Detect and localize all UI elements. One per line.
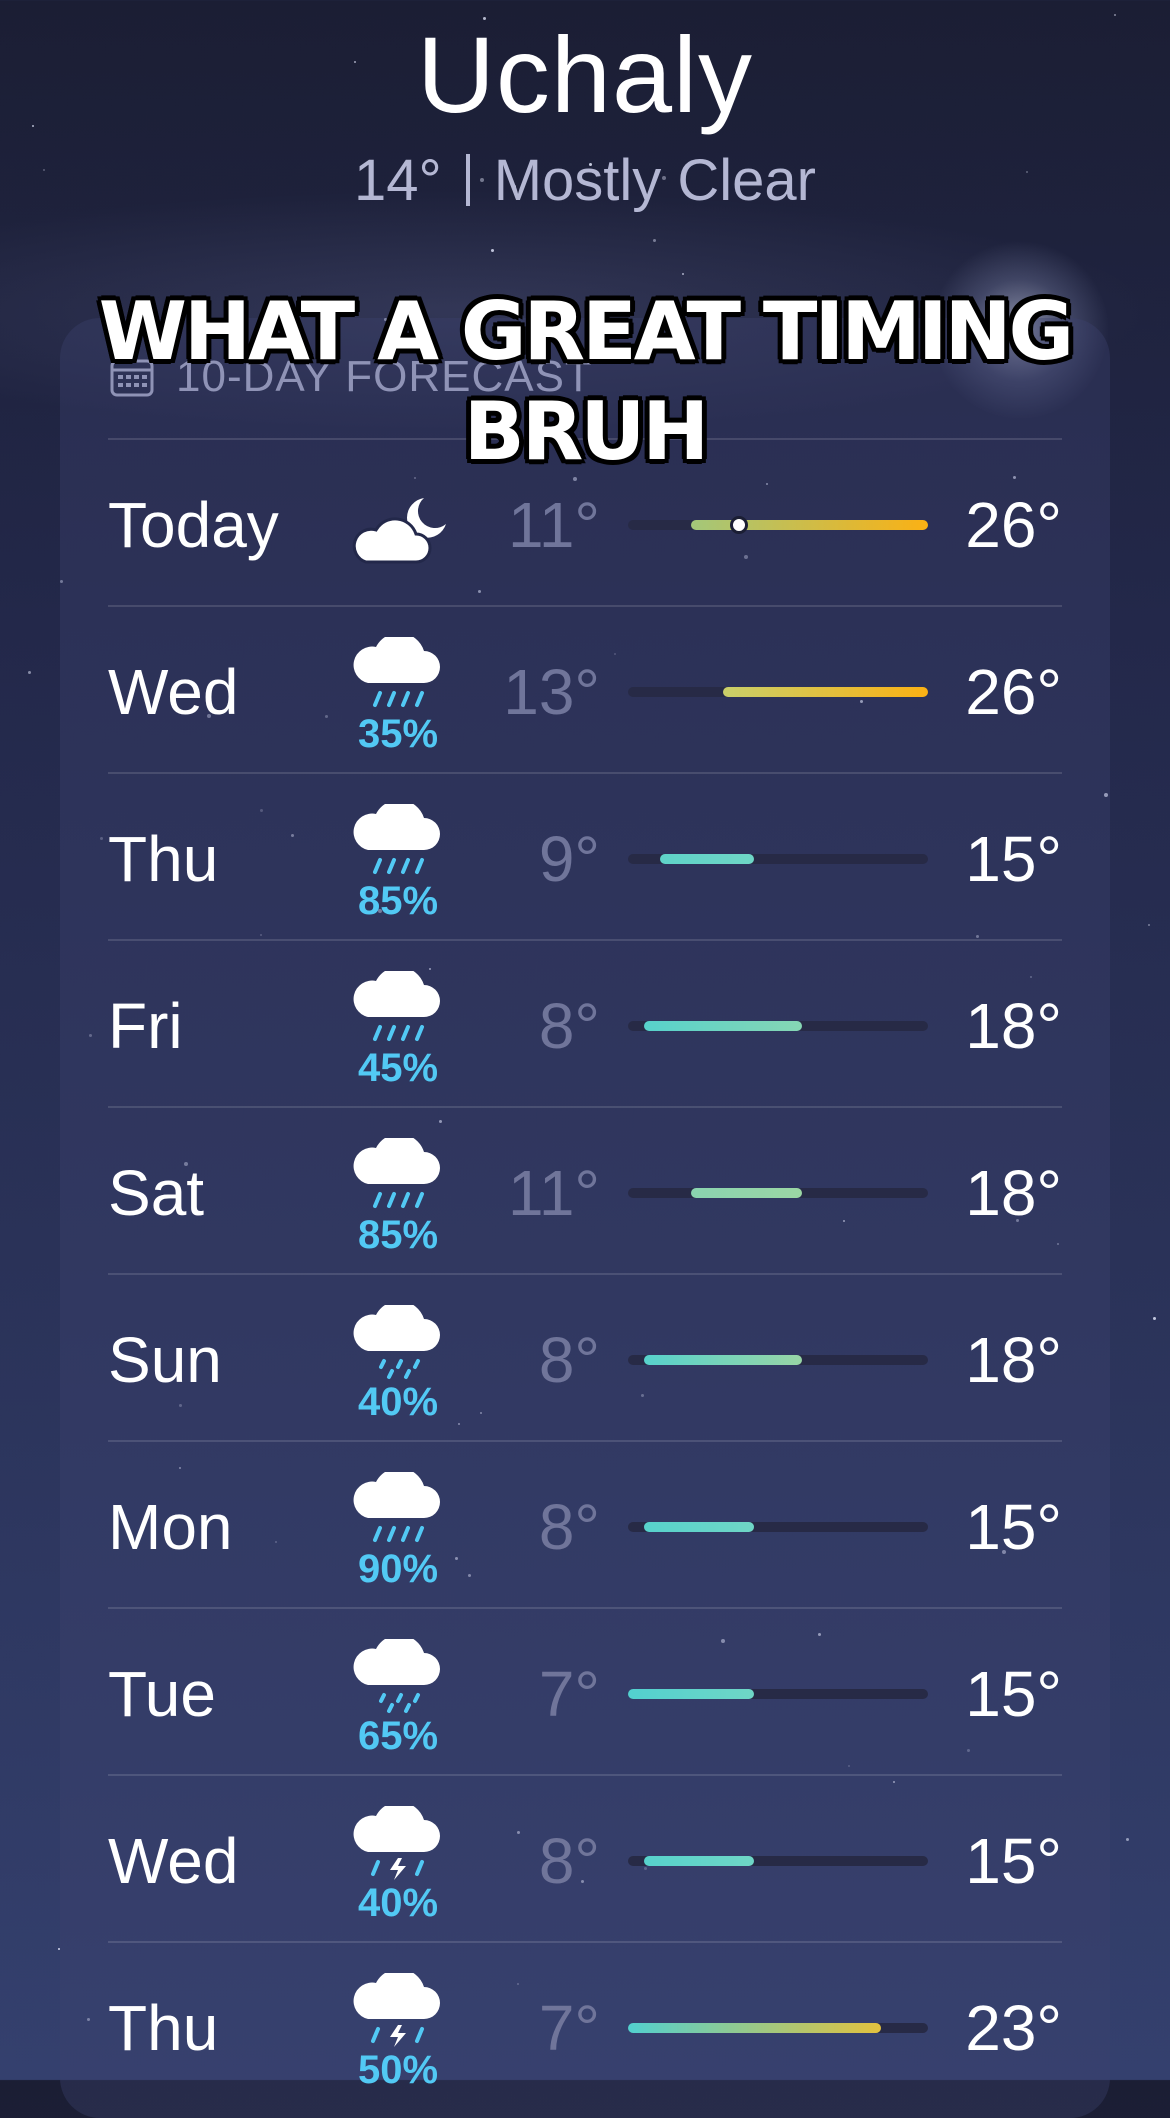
- day-label: Thu: [108, 1992, 219, 2064]
- day-label: Wed: [108, 656, 239, 728]
- forecast-row[interactable]: Sat 85% 11° 18°: [108, 1106, 1062, 1273]
- forecast-row[interactable]: Wed 40% 8° 15°: [108, 1774, 1062, 1941]
- star: [28, 671, 31, 674]
- temp-range-bar: [722, 687, 928, 697]
- forecast-row[interactable]: Thu 50% 7° 23°: [108, 1941, 1062, 2108]
- low-temp: 8°: [538, 1324, 600, 1396]
- high-temp: 15°: [965, 1658, 1062, 1730]
- day-label: Mon: [108, 1491, 233, 1563]
- rain-cloud-icon: [346, 966, 450, 1047]
- day-label: Today: [108, 489, 279, 561]
- star: [1153, 1317, 1156, 1320]
- day-label: Sun: [108, 1324, 222, 1396]
- temp-range-bar: [643, 1021, 802, 1031]
- low-temp: 7°: [538, 1992, 600, 2064]
- thunderstorm-cloud-icon: [346, 1968, 450, 2049]
- day-label: Thu: [108, 823, 219, 895]
- rain-cloud-icon: [346, 632, 450, 713]
- thunderstorm-cloud-icon: [346, 1801, 450, 1882]
- day-label: Wed: [108, 1825, 239, 1897]
- precip-chance: 45%: [357, 1046, 439, 1090]
- forecast-row[interactable]: Thu 85% 9° 15°: [108, 772, 1062, 939]
- moon-cloud-icon: [346, 492, 450, 568]
- precip-chance: 85%: [357, 1213, 439, 1257]
- precip-chance: 35%: [357, 712, 439, 756]
- forecast-row[interactable]: Mon 90% 8° 15°: [108, 1440, 1062, 1607]
- temp-range-bar: [659, 854, 755, 864]
- high-temp: 18°: [965, 1157, 1062, 1229]
- temp-range-track: [628, 687, 928, 697]
- location-header: Uchaly 14° Mostly Clear: [0, 10, 1170, 216]
- temp-range-track: [628, 854, 928, 864]
- rain-cloud-icon: [346, 799, 450, 880]
- precip-chance: 90%: [357, 1547, 439, 1591]
- forecast-row[interactable]: Wed 35% 13° 26°: [108, 605, 1062, 772]
- temp-range-track: [628, 516, 928, 534]
- precip-chance: 40%: [357, 1380, 439, 1424]
- rain-cloud-icon: [346, 1467, 450, 1548]
- temp-range-track: [628, 2023, 928, 2033]
- temp-range-track: [628, 1021, 928, 1031]
- temp-range-bar: [691, 520, 928, 530]
- caption-line-2: BRUH: [463, 385, 710, 478]
- temp-range-bar: [628, 2023, 881, 2033]
- high-temp: 26°: [965, 489, 1062, 561]
- meme-caption: WHAT A GREAT TIMING BRUH: [0, 282, 1170, 482]
- low-temp: 13°: [503, 656, 600, 728]
- current-temp-dot: [729, 516, 748, 534]
- high-temp: 23°: [965, 1992, 1062, 2064]
- temp-range-track: [628, 1856, 928, 1866]
- precip-chance: 50%: [357, 2048, 439, 2092]
- rain-cloud-icon: [346, 1133, 450, 1214]
- high-temp: 26°: [965, 656, 1062, 728]
- high-temp: 18°: [965, 1324, 1062, 1396]
- caption-line-1: WHAT A GREAT TIMING: [98, 285, 1074, 378]
- forecast-row[interactable]: Fri 45% 8° 18°: [108, 939, 1062, 1106]
- low-temp: 11°: [507, 1157, 600, 1229]
- current-condition: Mostly Clear: [493, 148, 816, 213]
- low-temp: 8°: [538, 1825, 600, 1897]
- low-temp: 7°: [538, 1658, 600, 1730]
- drizzle-cloud-icon: [346, 1300, 450, 1381]
- temp-range-track: [628, 1188, 928, 1198]
- day-label: Fri: [108, 990, 183, 1062]
- high-temp: 18°: [965, 990, 1062, 1062]
- low-temp: 9°: [538, 823, 600, 895]
- temp-range-track: [628, 1355, 928, 1365]
- precip-chance: 40%: [357, 1881, 439, 1925]
- temp-range-bar: [628, 1689, 755, 1699]
- city-name: Uchaly: [416, 14, 754, 135]
- forecast-row[interactable]: Tue 65% 7° 15°: [108, 1607, 1062, 1774]
- low-temp: 8°: [538, 1491, 600, 1563]
- temp-range-bar: [643, 1355, 802, 1365]
- precip-chance: 85%: [357, 879, 439, 923]
- low-temp: 8°: [538, 990, 600, 1062]
- forecast-list[interactable]: Today 11° 26° Wed 35% 13° 26° Thu 85% 9° 15° Fri…: [108, 438, 1062, 2108]
- current-conditions: 14° Mostly Clear: [0, 146, 1170, 216]
- temp-range-bar: [643, 1522, 755, 1532]
- star: [1148, 924, 1150, 926]
- precip-chance: 65%: [357, 1714, 439, 1758]
- star: [1126, 1838, 1129, 1841]
- day-label: Sat: [108, 1157, 205, 1229]
- drizzle-cloud-icon: [346, 1634, 450, 1715]
- temp-range-bar: [643, 1856, 755, 1866]
- high-temp: 15°: [965, 1825, 1062, 1897]
- low-temp: 11°: [507, 489, 600, 561]
- temp-range-track: [628, 1689, 928, 1699]
- divider: [465, 154, 470, 206]
- high-temp: 15°: [965, 823, 1062, 895]
- temp-range-bar: [691, 1188, 802, 1198]
- day-label: Tue: [108, 1658, 216, 1730]
- current-temp: 14°: [353, 148, 442, 213]
- high-temp: 15°: [965, 1491, 1062, 1563]
- temp-range-track: [628, 1522, 928, 1532]
- forecast-row[interactable]: Sun 40% 8° 18°: [108, 1273, 1062, 1440]
